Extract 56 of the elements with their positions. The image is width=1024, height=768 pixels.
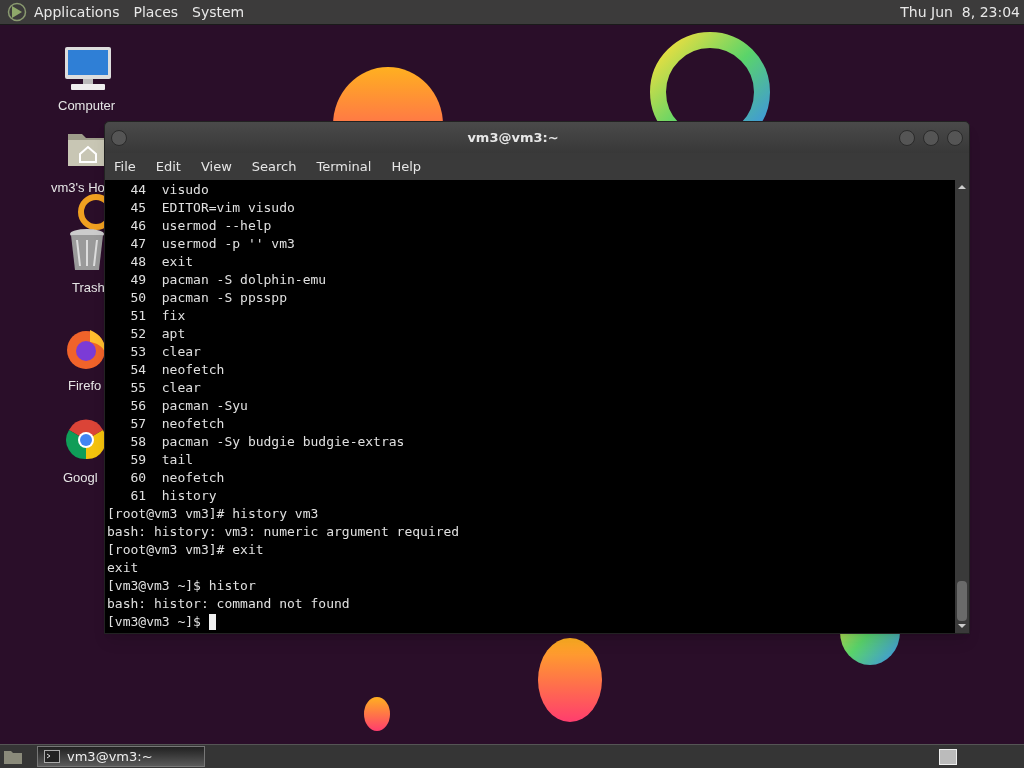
terminal-line: 44 visudo — [129, 181, 209, 199]
terminal-line: 59 tail — [129, 451, 194, 469]
terminal-line: [vm3@vm3 ~]$ — [107, 613, 202, 631]
close-button[interactable] — [947, 129, 963, 146]
terminal-line: 58 pacman -Sy budgie budgie-extras — [129, 433, 405, 451]
taskbar-button[interactable]: vm3@vm3:~ — [37, 746, 205, 767]
desktop-icon-label[interactable]: vm3's Ho — [51, 178, 105, 198]
trash-icon — [68, 228, 106, 272]
terminal-line: [root@vm3 vm3]# history vm3 — [107, 505, 319, 523]
maximize-button[interactable] — [923, 129, 939, 146]
terminal-line: 54 neofetch — [129, 361, 225, 379]
terminal-line: bash: histor: command not found — [107, 595, 350, 613]
terminal-line: 45 EDITOR=vim visudo — [129, 199, 295, 217]
panel-menu[interactable]: Applications — [34, 1, 120, 23]
terminal-line: [vm3@vm3 ~]$ histor — [107, 577, 256, 595]
terminal-line: 46 usermod --help — [129, 217, 272, 235]
menu-item[interactable]: Search — [251, 156, 297, 177]
scrollbar[interactable] — [955, 180, 969, 633]
text-cursor — [208, 614, 216, 630]
window-menu-button[interactable] — [111, 129, 127, 146]
desktop-icon-label[interactable]: Computer — [58, 96, 116, 116]
terminal-line: 51 fix — [129, 307, 186, 325]
menu-item[interactable]: Edit — [155, 156, 181, 177]
menu-item[interactable]: View — [200, 156, 232, 177]
workspace-switcher[interactable] — [939, 748, 957, 765]
desktop-icon-label[interactable]: Googl — [63, 468, 98, 488]
terminal-line: bash: history: vm3: numeric argument required — [107, 523, 460, 541]
desktop-icon-label[interactable]: Firefo — [68, 376, 102, 396]
terminal-line: 61 history — [129, 487, 217, 505]
desktop-icon-label[interactable]: Trash — [72, 278, 105, 298]
terminal-line: 53 clear — [129, 343, 201, 361]
terminal-line: 57 neofetch — [129, 415, 225, 433]
terminal-line: 52 apt — [129, 325, 186, 343]
terminal-line: 49 pacman -S dolphin-emu — [129, 271, 327, 289]
menu-item[interactable]: File — [114, 156, 136, 177]
terminal-line: exit — [107, 559, 139, 577]
panel-menu[interactable]: System — [192, 1, 245, 23]
scroll-thumb[interactable] — [957, 581, 967, 621]
panel-clock[interactable]: Thu Jun 8, 23:04 — [900, 1, 1020, 23]
menu-item[interactable]: Terminal — [316, 156, 372, 177]
minimize-button[interactable] — [899, 129, 915, 146]
logo-icon — [6, 2, 28, 22]
terminal-icon — [44, 750, 60, 763]
panel-menu[interactable]: Places — [133, 1, 179, 23]
monitor-icon — [63, 46, 113, 92]
terminal-line: 56 pacman -Syu — [129, 397, 248, 415]
terminal-line: 60 neofetch — [129, 469, 225, 487]
scroll-up-icon[interactable] — [957, 182, 967, 192]
menu-item[interactable]: Help — [391, 156, 422, 177]
terminal-line: 55 clear — [129, 379, 201, 397]
terminal-line: [root@vm3 vm3]# exit — [107, 541, 264, 559]
terminal-line: 48 exit — [129, 253, 194, 271]
show-desktop-icon[interactable] — [3, 748, 23, 765]
terminal-line: 50 pacman -S ppsspp — [129, 289, 287, 307]
window-title: vm3@vm3:~ — [466, 128, 560, 147]
terminal-line: 47 usermod -p '' vm3 — [129, 235, 295, 253]
